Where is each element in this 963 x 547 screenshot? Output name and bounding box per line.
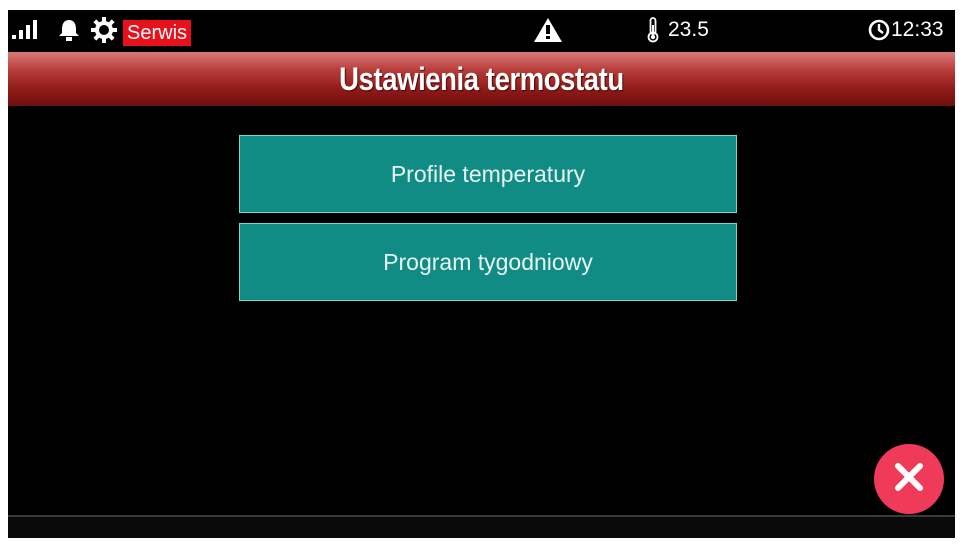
temperature-readout: 23.5 (668, 18, 709, 41)
thermometer-icon (646, 10, 660, 50)
temperature-profiles-button[interactable]: Profile temperatury (239, 135, 737, 213)
status-bar: Serwis 23.5 12:33 (8, 10, 955, 50)
thermostat-settings-screen: Serwis 23.5 12:33 Ustawienia termostatu … (8, 10, 955, 538)
weekly-program-button[interactable]: Program tygodniowy (239, 223, 737, 301)
weekly-program-label: Program tygodniowy (383, 248, 593, 275)
warning-icon (533, 10, 563, 50)
close-icon (892, 460, 926, 499)
gear-icon (90, 10, 118, 50)
service-mode-badge: Serwis (123, 20, 192, 46)
close-button[interactable] (874, 444, 944, 514)
time-readout: 12:33 (891, 18, 944, 41)
page-title: Ustawienia termostatu (339, 60, 624, 97)
temperature-profiles-label: Profile temperatury (390, 160, 586, 187)
bottom-bar (8, 517, 955, 538)
signal-strength-icon (12, 10, 46, 50)
title-bar: Ustawienia termostatu (8, 52, 955, 106)
clock-icon (868, 10, 890, 50)
bell-icon (58, 10, 80, 50)
